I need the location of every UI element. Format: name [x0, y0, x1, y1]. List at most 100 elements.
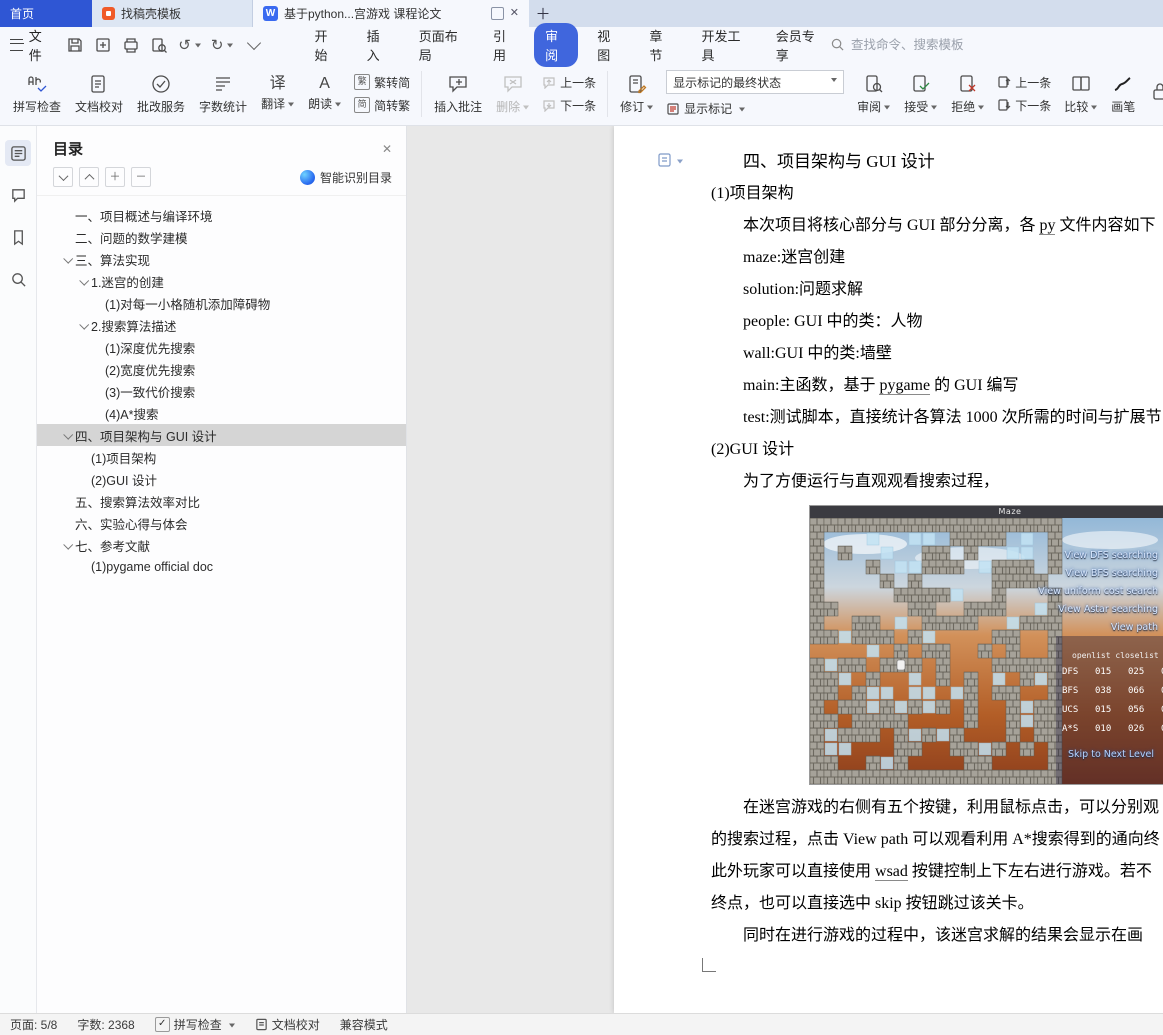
toc-zoom-out-button[interactable]: － [131, 167, 151, 187]
toc-item[interactable]: (2)宽度优先搜索 [37, 358, 406, 380]
annotations-pane-button[interactable] [5, 182, 31, 208]
menu-insert[interactable]: 插入 [356, 23, 400, 67]
menu-section[interactable]: 章节 [638, 23, 682, 67]
toc-item[interactable]: (1)深度优先搜索 [37, 336, 406, 358]
toc-item[interactable]: 二、问题的数学建模 [37, 226, 406, 248]
toc-close-icon[interactable]: ✕ [382, 142, 392, 156]
pen-button[interactable]: 画笔 [1104, 65, 1142, 123]
accept-button[interactable]: 接受 [897, 65, 944, 123]
menu-member[interactable]: 会员专享 [765, 23, 831, 67]
next-change-button[interactable]: 下一条 [997, 97, 1051, 114]
toc-item[interactable]: 1.迷宫的创建 [37, 270, 406, 292]
doc-line[interactable]: 本次项目将核心部分与 GUI 部分分离，各 py 文件内容如下 [711, 210, 1163, 242]
compare-button[interactable]: 比较 [1057, 65, 1104, 123]
toc-item[interactable]: 2.搜索算法描述 [37, 314, 406, 336]
menu-view[interactable]: 视图 [586, 23, 630, 67]
review-button[interactable]: 审阅 [850, 65, 897, 123]
toc-expander-icon[interactable] [75, 273, 91, 289]
track-changes-button[interactable]: 修订 [613, 65, 660, 123]
toc-item[interactable]: 三、算法实现 [37, 248, 406, 270]
menu-dev-tools[interactable]: 开发工具 [691, 23, 757, 67]
save-icon[interactable] [66, 36, 84, 54]
translate-button[interactable]: 译 翻译 [254, 65, 301, 123]
menu-start[interactable]: 开始 [303, 23, 347, 67]
tab-close-icon[interactable]: ✕ [510, 8, 519, 19]
undo-caret-icon[interactable] [194, 43, 201, 51]
toc-expand-all-button[interactable] [79, 167, 99, 187]
next-comment-button[interactable]: 下一条 [542, 97, 596, 114]
delete-comment-button[interactable]: 删除 [489, 65, 536, 123]
toc-expander-icon[interactable] [59, 427, 75, 443]
menu-references[interactable]: 引用 [482, 23, 526, 67]
toc-item[interactable]: (1)项目架构 [37, 446, 406, 468]
print-icon[interactable] [122, 36, 140, 54]
toc-item[interactable]: (1)pygame official doc [37, 556, 406, 578]
markup-state-select[interactable]: 显示标记的最终状态 [666, 70, 845, 94]
toc-item[interactable]: (3)一致代价搜索 [37, 380, 406, 402]
tab-home[interactable]: 首页 [0, 0, 92, 27]
toc-item[interactable]: 七、参考文献 [37, 534, 406, 556]
toc-collapse-all-button[interactable] [53, 167, 73, 187]
doc-line[interactable]: 的搜索过程，点击 View path 可以观看利用 A*搜索得到的通向终 [711, 824, 1163, 856]
toc-expander-icon[interactable] [59, 251, 75, 267]
read-aloud-button[interactable]: A 朗读 [301, 65, 348, 123]
doc-line[interactable]: 在迷宫游戏的右侧有五个按键，利用鼠标点击，可以分别观 [711, 792, 1163, 824]
collapse-ribbon-icon[interactable] [247, 35, 262, 50]
toc-item[interactable]: (1)对每一小格随机添加障碍物 [37, 292, 406, 314]
toc-item[interactable]: (2)GUI 设计 [37, 468, 406, 490]
doc-line[interactable]: 同时在进行游戏的过程中，该迷宫求解的结果会显示在画 [711, 920, 1163, 952]
toc-item[interactable]: (4)A*搜索 [37, 402, 406, 424]
toc-item[interactable]: 一、项目概述与编译环境 [37, 204, 406, 226]
toc-item[interactable]: 六、实验心得与体会 [37, 512, 406, 534]
outline-pane-button[interactable] [5, 140, 31, 166]
toc-expander-icon[interactable] [59, 537, 75, 553]
smart-toc-button[interactable]: 智能识别目录 [299, 169, 392, 186]
doc-line[interactable]: 为了方便运行与直观观看搜索过程， [711, 466, 1163, 498]
redo-caret-icon[interactable] [227, 43, 234, 51]
output-icon[interactable] [94, 36, 112, 54]
find-pane-button[interactable] [5, 266, 31, 292]
word-count[interactable]: 字数: 2368 [77, 1016, 134, 1033]
prev-comment-button[interactable]: 上一条 [542, 74, 596, 91]
toc-expander-icon[interactable] [75, 317, 91, 333]
doc-heading[interactable]: 四、项目架构与 GUI 设计 [711, 146, 1163, 178]
doc-line[interactable]: maze:迷宫创建 [711, 242, 1163, 274]
word-count-button[interactable]: 字数统计 [192, 65, 254, 123]
reject-button[interactable]: 拒绝 [944, 65, 991, 123]
file-menu-button[interactable]: 文件 [10, 26, 52, 64]
doc-proof-button[interactable]: 文档校对 [68, 65, 130, 123]
trad-to-simp-button[interactable]: 繁 繁转简 [354, 74, 410, 91]
doc-line[interactable]: (2)GUI 设计 [711, 434, 1163, 466]
tab-float-icon[interactable] [490, 7, 504, 20]
prev-change-button[interactable]: 上一条 [997, 74, 1051, 91]
show-markup-button[interactable]: 显示标记 [666, 100, 844, 117]
menu-page-layout[interactable]: 页面布局 [408, 23, 474, 67]
doc-line[interactable]: test:测试脚本，直接统计各算法 1000 次所需的时间与扩展节 [711, 402, 1163, 434]
doc-proof-status-button[interactable]: 文档校对 [255, 1016, 320, 1033]
tab-template[interactable]: 找稿壳模板 [92, 0, 253, 27]
document-page[interactable]: 四、项目架构与 GUI 设计 (1)项目架构 本次项目将核心部分与 GUI 部分… [614, 126, 1163, 1013]
spell-check-button[interactable]: 拼写检查 [6, 65, 68, 123]
toc-item-selected[interactable]: 四、项目架构与 GUI 设计 [37, 424, 406, 446]
doc-line[interactable]: solution:问题求解 [711, 274, 1163, 306]
doc-line[interactable]: 终点，也可以直接选中 skip 按钮跳过该关卡。 [711, 888, 1163, 920]
doc-line[interactable]: people: GUI 中的类：人物 [711, 306, 1163, 338]
comment-indicator[interactable] [657, 152, 683, 168]
correction-service-button[interactable]: 批改服务 [130, 65, 192, 123]
doc-line[interactable]: (1)项目架构 [711, 178, 1163, 210]
spell-check-toggle[interactable]: ✓ 拼写检查 [154, 1016, 235, 1033]
doc-line[interactable]: main:主函数，基于 pygame 的 GUI 编写 [711, 370, 1163, 402]
doc-line[interactable]: 此外玩家可以直接使用 wsad 按键控制上下左右进行游戏。若不 [711, 856, 1163, 888]
toc-item[interactable]: 五、搜索算法效率对比 [37, 490, 406, 512]
undo-button[interactable]: ↺ [178, 36, 201, 54]
redo-button[interactable]: ↻ [211, 36, 234, 54]
print-preview-icon[interactable] [150, 36, 168, 54]
bookmark-pane-button[interactable] [5, 224, 31, 250]
toc-zoom-in-button[interactable]: ＋ [105, 167, 125, 187]
insert-comment-button[interactable]: 插入批注 [427, 65, 489, 123]
menu-review-active[interactable]: 审阅 [534, 22, 579, 67]
command-search[interactable] [831, 36, 1003, 53]
restrict-edit-button[interactable] [1142, 65, 1163, 123]
search-input[interactable] [849, 36, 1003, 53]
doc-line[interactable]: wall:GUI 中的类:墙壁 [711, 338, 1163, 370]
